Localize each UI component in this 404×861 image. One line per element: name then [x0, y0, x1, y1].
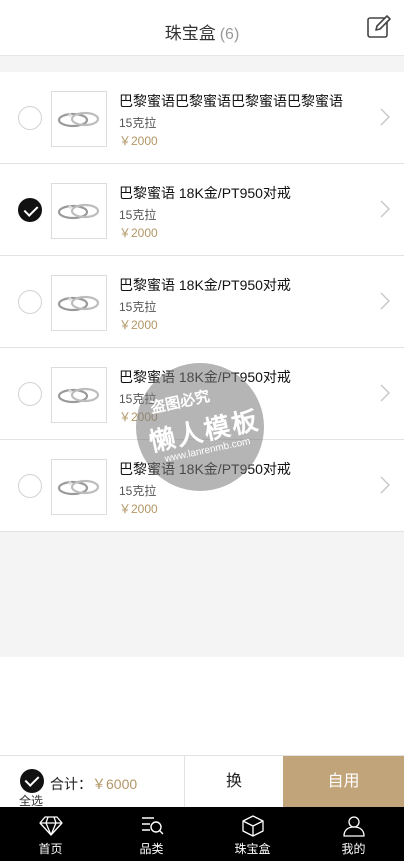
product-name: 巴黎蜜语 18K金/PT950对戒 [119, 185, 291, 201]
tab-home[interactable]: 首页 [0, 807, 101, 861]
tab-mine[interactable]: 我的 [303, 807, 404, 861]
product-image [51, 459, 107, 515]
item-checkbox[interactable] [18, 474, 42, 498]
item-checkbox[interactable] [18, 106, 42, 130]
product-name: 巴黎蜜语巴黎蜜语巴黎蜜语巴黎蜜语 [119, 93, 343, 109]
tab-home-label: 首页 [38, 842, 63, 856]
item-checkbox[interactable] [18, 290, 42, 314]
empty-area [0, 532, 404, 657]
item-checkbox[interactable] [18, 382, 42, 406]
product-weight: 15克拉 [119, 208, 157, 222]
total-value: ￥6000 [92, 776, 138, 792]
edit-icon[interactable] [366, 14, 392, 40]
category-search-icon [142, 817, 164, 835]
tab-jewelry-box-label: 珠宝盒 [234, 842, 271, 856]
top-spacer [0, 56, 404, 72]
product-price: ￥2000 [119, 502, 158, 516]
product-image [51, 367, 107, 423]
chevron-right-icon [380, 292, 390, 310]
chevron-right-icon [380, 384, 390, 402]
tab-jewelry-box[interactable]: 珠宝盒 [202, 807, 303, 861]
product-price: ￥2000 [119, 134, 158, 148]
product-weight: 15克拉 [119, 484, 157, 498]
box-icon [242, 815, 264, 837]
product-price: ￥2000 [119, 226, 158, 240]
tab-mine-label: 我的 [341, 842, 366, 856]
list-item[interactable]: 巴黎蜜语巴黎蜜语巴黎蜜语巴黎蜜语 15克拉 ￥2000 [0, 72, 404, 164]
product-image [51, 183, 107, 239]
product-image [51, 91, 107, 147]
self-use-button[interactable]: 自用 [283, 756, 404, 808]
checkout-bar: 全选 合计： ￥6000 换 自用 [0, 755, 404, 808]
tab-category-label: 品类 [139, 842, 164, 856]
page-title-text: 珠宝盒 [164, 24, 216, 43]
list-item[interactable]: 巴黎蜜语 18K金/PT950对戒 15克拉 ￥2000 [0, 256, 404, 348]
header: 珠宝盒 (6) [0, 0, 404, 56]
chevron-right-icon [380, 108, 390, 126]
product-name: 巴黎蜜语 18K金/PT950对戒 [119, 277, 291, 293]
select-all-checkbox[interactable] [20, 769, 44, 793]
product-price: ￥2000 [119, 318, 158, 332]
product-image [51, 275, 107, 331]
tab-bar: 首页 品类 珠宝盒 我的 [0, 807, 404, 861]
exchange-button[interactable]: 换 [184, 756, 283, 808]
item-count: (6) [219, 26, 240, 43]
item-checkbox-checked[interactable] [18, 198, 42, 222]
user-icon [343, 816, 365, 837]
page-title: 珠宝盒 (6) [0, 19, 404, 44]
watermark: 盗图必究 懒人模板 www.lanrenmb.com [136, 363, 264, 491]
product-weight: 15克拉 [119, 300, 157, 314]
tab-category[interactable]: 品类 [101, 807, 202, 861]
product-weight: 15克拉 [119, 116, 157, 130]
list-item[interactable]: 巴黎蜜语 18K金/PT950对戒 15克拉 ￥2000 [0, 164, 404, 256]
diamond-icon [39, 816, 63, 836]
chevron-right-icon [380, 476, 390, 494]
total-label: 合计： [50, 776, 92, 792]
chevron-right-icon [380, 200, 390, 218]
